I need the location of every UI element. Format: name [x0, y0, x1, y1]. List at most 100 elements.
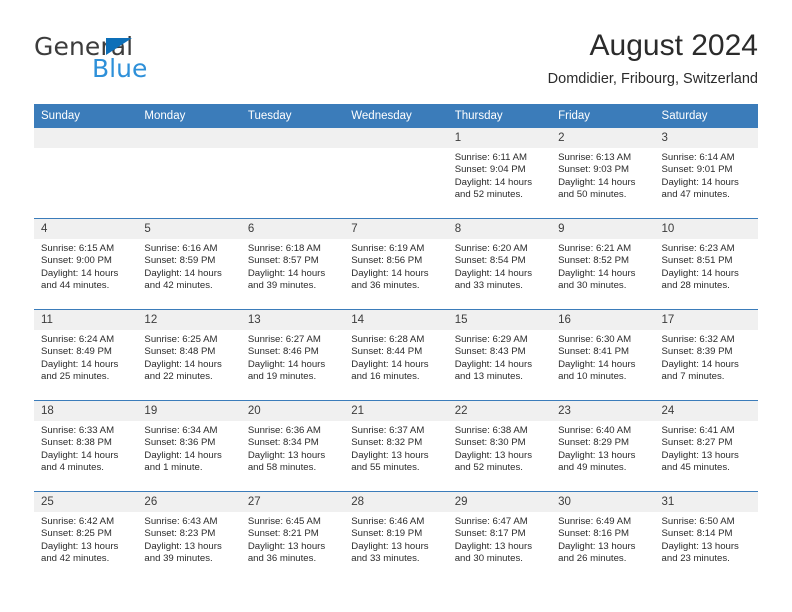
day-number: 18 [34, 401, 138, 421]
sunrise-time: Sunrise: 6:11 AM [454, 152, 528, 163]
day-number: 12 [137, 310, 241, 330]
calendar-day-cell[interactable]: 29 Sunrise: 6:47 AM Sunset: 8:17 PM Dayligh… [447, 491, 552, 582]
daylight-duration-line1: Daylight: 14 hours [454, 267, 533, 279]
calendar-day-cell[interactable]: 18 Sunrise: 6:33 AM Sunset: 8:38 PM Dayligh… [34, 400, 138, 492]
sunset-time: Sunset: 8:39 PM [661, 346, 733, 358]
sunrise-time: Sunrise: 6:34 AM [144, 425, 218, 436]
daylight-duration-line2: and 52 minutes. [454, 462, 523, 474]
day-number: 10 [654, 219, 758, 239]
daylight-duration-line2: and 42 minutes. [144, 280, 213, 292]
day-details: Sunrise: 6:49 AM Sunset: 8:16 PM Daylight:… [551, 512, 654, 566]
calendar-cell-empty [240, 128, 345, 219]
sunset-time: Sunset: 8:36 PM [144, 437, 216, 449]
calendar-day-cell[interactable]: 4 Sunrise: 6:15 AM Sunset: 9:00 PM Daylight… [34, 218, 138, 310]
day-number: 29 [447, 492, 552, 512]
day-details: Sunrise: 6:20 AM Sunset: 8:54 PM Daylight:… [448, 239, 551, 293]
day-details: Sunrise: 6:16 AM Sunset: 8:59 PM Daylight:… [137, 239, 240, 293]
day-details: Sunrise: 6:11 AM Sunset: 9:04 PM Daylight:… [448, 148, 551, 202]
daylight-duration-line2: and 30 minutes. [454, 553, 523, 565]
calendar-day-cell[interactable]: 2 Sunrise: 6:13 AM Sunset: 9:03 PM Daylight… [551, 128, 655, 219]
generalblue-logo[interactable]: General Blue [34, 34, 264, 86]
daylight-duration-line1: Daylight: 13 hours [247, 540, 326, 552]
sunset-time: Sunset: 8:49 PM [41, 346, 112, 358]
calendar-day-cell[interactable]: 14 Sunrise: 6:28 AM Sunset: 8:44 PM Dayligh… [344, 309, 448, 401]
day-number: 22 [447, 401, 552, 421]
calendar-day-cell[interactable]: 30 Sunrise: 6:49 AM Sunset: 8:16 PM Dayligh… [551, 491, 655, 582]
calendar-day-cell[interactable]: 3 Sunrise: 6:14 AM Sunset: 9:01 PM Daylight… [654, 128, 758, 219]
weekday-header-sunday: Sunday [34, 104, 138, 128]
calendar-day-cell[interactable]: 25 Sunrise: 6:42 AM Sunset: 8:25 PM Dayligh… [34, 491, 138, 582]
sunrise-time: Sunrise: 6:21 AM [558, 243, 632, 254]
calendar-cell-empty [137, 128, 241, 219]
daylight-duration-line1: Daylight: 14 hours [558, 267, 636, 279]
calendar-day-cell[interactable]: 11 Sunrise: 6:24 AM Sunset: 8:49 PM Dayligh… [34, 309, 138, 401]
daylight-duration-line1: Daylight: 14 hours [144, 267, 222, 279]
sunset-time: Sunset: 8:46 PM [247, 346, 319, 358]
day-details: Sunrise: 6:47 AM Sunset: 8:17 PM Daylight:… [448, 512, 551, 566]
sunrise-time: Sunrise: 6:46 AM [351, 516, 425, 527]
daylight-duration-line1: Daylight: 14 hours [41, 358, 119, 370]
day-number: 11 [34, 310, 138, 330]
daylight-duration-line2: and 26 minutes. [558, 553, 627, 565]
daylight-duration-line1: Daylight: 14 hours [558, 358, 636, 370]
calendar-day-cell[interactable]: 13 Sunrise: 6:27 AM Sunset: 8:46 PM Dayligh… [240, 309, 345, 401]
sunrise-time: Sunrise: 6:24 AM [41, 334, 115, 345]
calendar-day-cell[interactable]: 19 Sunrise: 6:34 AM Sunset: 8:36 PM Dayligh… [137, 400, 241, 492]
calendar-day-cell[interactable]: 12 Sunrise: 6:25 AM Sunset: 8:48 PM Dayligh… [137, 309, 241, 401]
calendar-day-cell[interactable]: 10 Sunrise: 6:23 AM Sunset: 8:51 PM Dayligh… [654, 218, 758, 310]
day-details: Sunrise: 6:19 AM Sunset: 8:56 PM Daylight:… [344, 239, 447, 293]
page-title: August 2024 [589, 29, 758, 62]
day-number: 21 [344, 401, 448, 421]
sunrise-time: Sunrise: 6:16 AM [144, 243, 218, 254]
daylight-duration-line2: and 23 minutes. [661, 553, 730, 565]
calendar-day-cell[interactable]: 5 Sunrise: 6:16 AM Sunset: 8:59 PM Daylight… [137, 218, 241, 310]
day-details: Sunrise: 6:24 AM Sunset: 8:49 PM Daylight:… [34, 330, 137, 384]
calendar-day-cell[interactable]: 8 Sunrise: 6:20 AM Sunset: 8:54 PM Daylight… [447, 218, 552, 310]
daylight-duration-line1: Daylight: 14 hours [144, 358, 222, 370]
calendar-day-cell[interactable]: 17 Sunrise: 6:32 AM Sunset: 8:39 PM Dayligh… [654, 309, 758, 401]
day-number: 6 [240, 219, 345, 239]
sunset-time: Sunset: 8:52 PM [558, 255, 630, 267]
daylight-duration-line2: and 22 minutes. [144, 371, 213, 383]
sunrise-time: Sunrise: 6:28 AM [351, 334, 425, 345]
daylight-duration-line2: and 47 minutes. [661, 189, 730, 201]
calendar-day-cell[interactable]: 26 Sunrise: 6:43 AM Sunset: 8:23 PM Dayligh… [137, 491, 241, 582]
calendar-day-cell[interactable]: 21 Sunrise: 6:37 AM Sunset: 8:32 PM Dayligh… [344, 400, 448, 492]
daylight-duration-line2: and 4 minutes. [41, 462, 104, 474]
day-number: 17 [654, 310, 758, 330]
day-number: 30 [551, 492, 655, 512]
calendar-day-cell[interactable]: 9 Sunrise: 6:21 AM Sunset: 8:52 PM Daylight… [551, 218, 655, 310]
calendar-day-cell[interactable]: 23 Sunrise: 6:40 AM Sunset: 8:29 PM Dayligh… [551, 400, 655, 492]
day-details: Sunrise: 6:18 AM Sunset: 8:57 PM Daylight:… [241, 239, 344, 293]
daylight-duration-line1: Daylight: 14 hours [558, 176, 636, 188]
sunset-time: Sunset: 8:25 PM [41, 528, 112, 540]
calendar-day-cell[interactable]: 28 Sunrise: 6:46 AM Sunset: 8:19 PM Dayligh… [344, 491, 448, 582]
calendar-day-cell[interactable]: 16 Sunrise: 6:30 AM Sunset: 8:41 PM Dayligh… [551, 309, 655, 401]
sunrise-time: Sunrise: 6:25 AM [144, 334, 218, 345]
calendar-day-cell[interactable]: 1 Sunrise: 6:11 AM Sunset: 9:04 PM Daylight… [447, 128, 552, 219]
daylight-duration-line2: and 42 minutes. [41, 553, 110, 565]
day-details: Sunrise: 6:45 AM Sunset: 8:21 PM Daylight:… [241, 512, 344, 566]
sunset-time: Sunset: 8:23 PM [144, 528, 216, 540]
calendar-day-cell[interactable]: 22 Sunrise: 6:38 AM Sunset: 8:30 PM Dayligh… [447, 400, 552, 492]
calendar-day-cell[interactable]: 24 Sunrise: 6:41 AM Sunset: 8:27 PM Dayligh… [654, 400, 758, 492]
daylight-duration-line1: Daylight: 14 hours [144, 449, 222, 461]
daylight-duration-line1: Daylight: 14 hours [661, 176, 739, 188]
calendar-day-cell[interactable]: 6 Sunrise: 6:18 AM Sunset: 8:57 PM Daylight… [240, 218, 345, 310]
daylight-duration-line2: and 33 minutes. [454, 280, 523, 292]
sunrise-time: Sunrise: 6:37 AM [351, 425, 425, 436]
calendar-day-cell[interactable]: 27 Sunrise: 6:45 AM Sunset: 8:21 PM Dayligh… [240, 491, 345, 582]
calendar-day-cell[interactable]: 31 Sunrise: 6:50 AM Sunset: 8:14 PM Dayligh… [654, 491, 758, 582]
day-number: 14 [344, 310, 448, 330]
sunset-time: Sunset: 8:27 PM [661, 437, 733, 449]
day-number [34, 128, 138, 148]
calendar-day-cell[interactable]: 7 Sunrise: 6:19 AM Sunset: 8:56 PM Daylight… [344, 218, 448, 310]
day-details: Sunrise: 6:34 AM Sunset: 8:36 PM Daylight:… [137, 421, 240, 475]
page-subtitle: Domdidier, Fribourg, Switzerland [547, 71, 758, 87]
calendar-day-cell[interactable]: 20 Sunrise: 6:36 AM Sunset: 8:34 PM Dayligh… [240, 400, 345, 492]
day-details: Sunrise: 6:40 AM Sunset: 8:29 PM Daylight:… [551, 421, 654, 475]
calendar-day-cell[interactable]: 15 Sunrise: 6:29 AM Sunset: 8:43 PM Dayligh… [447, 309, 552, 401]
sunrise-time: Sunrise: 6:19 AM [351, 243, 425, 254]
page-header: General Blue August 2024 Domdidier, Frib… [34, 28, 758, 98]
daylight-duration-line2: and 45 minutes. [661, 462, 730, 474]
